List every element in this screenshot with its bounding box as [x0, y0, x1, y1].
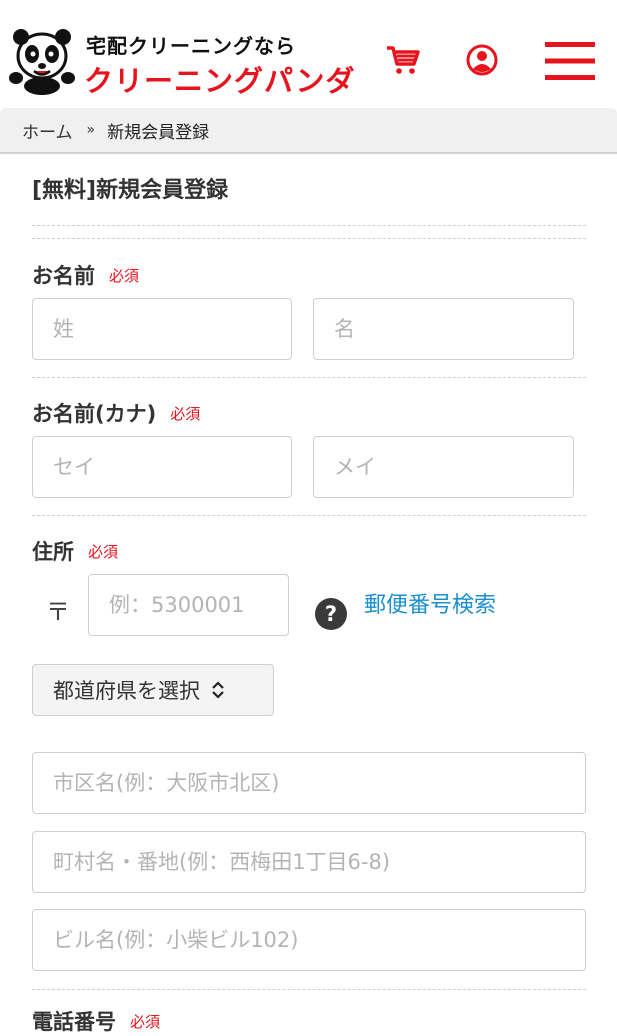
required-badge: 必須: [130, 1013, 161, 1031]
postal-code-input[interactable]: [88, 574, 289, 636]
page-title: [無料]新規会員登録: [32, 178, 229, 203]
last-name-input[interactable]: [32, 298, 292, 360]
last-name-kana-input[interactable]: [32, 436, 292, 498]
kana-label-text: お名前(カナ): [32, 402, 157, 426]
select-arrows-icon: [212, 681, 224, 699]
user-icon[interactable]: [466, 44, 498, 76]
site-header: 宅配クリーニングなら クリーニングパンダ: [0, 0, 617, 108]
breadcrumb-home-link[interactable]: ホーム: [22, 118, 73, 143]
address-label: 住所 必須: [32, 536, 118, 566]
kana-label: お名前(カナ) 必須: [32, 398, 200, 428]
required-badge: 必須: [88, 543, 119, 561]
phone-label: 電話番号 必須: [32, 1006, 160, 1036]
required-badge: 必須: [170, 405, 201, 423]
logo-brand-name[interactable]: クリーニングパンダ: [84, 58, 355, 100]
divider: [32, 515, 586, 516]
help-icon[interactable]: ?: [315, 598, 347, 630]
name-label: お名前 必須: [32, 260, 139, 290]
prefecture-select-label: 都道府県を選択: [53, 679, 200, 703]
divider: [32, 377, 586, 378]
breadcrumb-separator: »: [86, 122, 96, 138]
address-label-text: 住所: [32, 540, 74, 564]
zip-search-link[interactable]: 郵便番号検索: [364, 587, 496, 619]
breadcrumb: ホーム » 新規会員登録: [0, 108, 617, 154]
first-name-input[interactable]: [313, 298, 574, 360]
town-input[interactable]: [32, 831, 586, 893]
city-input[interactable]: [32, 752, 586, 814]
hamburger-menu-icon[interactable]: [545, 40, 595, 82]
divider: [32, 989, 586, 990]
required-badge: 必須: [109, 267, 140, 285]
name-label-text: お名前: [32, 264, 95, 288]
panda-logo[interactable]: [8, 26, 76, 96]
prefecture-select[interactable]: 都道府県を選択: [32, 664, 274, 716]
logo-tagline: 宅配クリーニングなら: [86, 34, 296, 58]
divider: [32, 238, 586, 239]
divider: [32, 225, 586, 226]
phone-label-text: 電話番号: [32, 1010, 116, 1034]
cart-icon[interactable]: [386, 44, 420, 76]
building-input[interactable]: [32, 909, 586, 971]
postal-mark: 〒: [46, 598, 70, 626]
breadcrumb-current: 新規会員登録: [107, 122, 210, 143]
first-name-kana-input[interactable]: [313, 436, 574, 498]
